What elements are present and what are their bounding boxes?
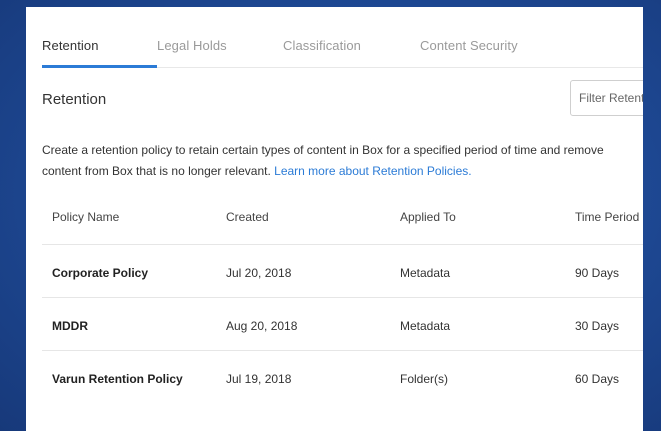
table-row[interactable]: MDDR Aug 20, 2018 Metadata 30 Days <box>42 298 643 351</box>
tab-content-security[interactable]: Content Security <box>420 38 518 53</box>
learn-more-link[interactable]: Learn more about Retention Policies. <box>274 164 471 178</box>
tab-retention[interactable]: Retention <box>42 38 99 53</box>
retention-panel: Retention Legal Holds Classification Con… <box>26 7 643 431</box>
policy-name: MDDR <box>52 319 88 333</box>
policy-applied-to: Metadata <box>400 319 451 333</box>
policy-applied-to: Metadata <box>400 266 451 280</box>
column-header-created[interactable]: Created <box>226 210 269 224</box>
policy-time-period: 90 Days <box>575 266 620 280</box>
policy-name: Varun Retention Policy <box>52 372 183 386</box>
section-title: Retention <box>42 91 107 108</box>
policy-name: Corporate Policy <box>52 266 149 280</box>
policy-applied-to: Folder(s) <box>400 372 449 386</box>
policy-time-period: 30 Days <box>575 319 620 333</box>
filter-input[interactable] <box>570 80 643 116</box>
tab-bar: Retention Legal Holds Classification Con… <box>42 7 643 68</box>
policy-time-period: 60 Days <box>575 372 620 386</box>
policy-created: Aug 20, 2018 <box>226 319 298 333</box>
column-header-applied-to[interactable]: Applied To <box>400 210 456 224</box>
column-header-time-period[interactable]: Time Period <box>575 210 639 224</box>
tab-classification[interactable]: Classification <box>283 38 361 53</box>
table-header: Policy Name Created Applied To Time Peri… <box>42 204 643 245</box>
policy-created: Jul 19, 2018 <box>226 372 292 386</box>
policy-created: Jul 20, 2018 <box>226 266 292 280</box>
tab-legal-holds[interactable]: Legal Holds <box>157 38 227 53</box>
column-header-policy-name[interactable]: Policy Name <box>52 210 119 224</box>
active-tab-indicator <box>42 65 157 68</box>
retention-policies-table: Policy Name Created Applied To Time Peri… <box>42 204 643 403</box>
table-row[interactable]: Corporate Policy Jul 20, 2018 Metadata 9… <box>42 245 643 298</box>
table-row[interactable]: Varun Retention Policy Jul 19, 2018 Fold… <box>42 351 643 403</box>
retention-description: Create a retention policy to retain cert… <box>42 140 632 182</box>
